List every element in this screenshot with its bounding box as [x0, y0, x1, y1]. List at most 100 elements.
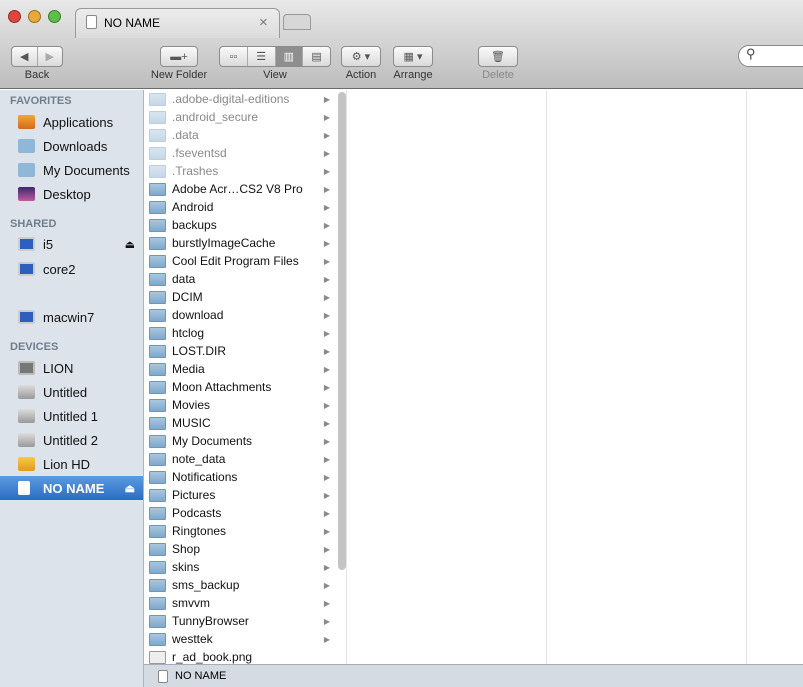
- back-forward-control[interactable]: ◀ ▶: [11, 46, 63, 67]
- list-item[interactable]: Ringtones ▶: [144, 522, 336, 540]
- view-control[interactable]: ▫▫ ☰ ▥ ▤: [219, 46, 331, 67]
- sidebar-item-core2[interactable]: core2: [0, 257, 143, 281]
- sidebar-item-label: Untitled 2: [43, 432, 98, 448]
- list-item[interactable]: burstlyImageCache ▶: [144, 234, 336, 252]
- disclosure-arrow-icon: ▶: [323, 418, 330, 428]
- arrange-button[interactable]: ▦ ▾: [393, 46, 433, 67]
- disclosure-arrow-icon: ▶: [323, 598, 330, 608]
- devices-header: DEVICES: [10, 341, 59, 353]
- eject-icon[interactable]: ⏏: [125, 238, 135, 251]
- list-item[interactable]: .fseventsd ▶: [144, 144, 336, 162]
- item-name: Pictures: [172, 488, 216, 502]
- zoom-window-button[interactable]: [48, 10, 61, 23]
- new-folder-icon: ▬+: [170, 50, 188, 63]
- minimize-window-button[interactable]: [28, 10, 41, 23]
- list-item[interactable]: skins ▶: [144, 558, 336, 576]
- coverflow-view-icon[interactable]: ▤: [303, 47, 330, 66]
- sidebar-item-label: macwin7: [43, 309, 95, 325]
- disclosure-arrow-icon: ▶: [323, 472, 330, 482]
- list-item[interactable]: backups ▶: [144, 216, 336, 234]
- sidebar-item-macwin7[interactable]: macwin7: [0, 305, 143, 329]
- item-name: backups: [172, 218, 217, 232]
- list-item[interactable]: .data ▶: [144, 126, 336, 144]
- delete-button[interactable]: 🗑: [478, 46, 518, 67]
- list-item[interactable]: Podcasts ▶: [144, 504, 336, 522]
- disclosure-arrow-icon: ▶: [323, 274, 330, 284]
- folder-icon: [149, 272, 166, 286]
- list-item[interactable]: Android ▶: [144, 198, 336, 216]
- action-button[interactable]: ⚙ ▾: [341, 46, 381, 67]
- item-name: .android_secure: [172, 110, 259, 124]
- item-name: TunnyBrowser: [172, 614, 249, 628]
- column-2: [347, 90, 547, 664]
- list-item[interactable]: sms_backup ▶: [144, 576, 336, 594]
- column-view-icon[interactable]: ▥: [275, 47, 304, 66]
- sidebar-item-label: LION: [43, 360, 74, 376]
- shared-header: SHARED: [10, 218, 57, 230]
- new-folder-button[interactable]: ▬+: [160, 46, 198, 67]
- list-item[interactable]: .Trashes ▶: [144, 162, 336, 180]
- list-item[interactable]: Movies ▶: [144, 396, 336, 414]
- sidebar-item-untitled-1[interactable]: Untitled 1: [0, 404, 143, 428]
- search-input[interactable]: ⚲: [738, 45, 803, 67]
- list-item[interactable]: download ▶: [144, 306, 336, 324]
- item-name: Adobe Acr…CS2 V8 Pro: [172, 182, 303, 196]
- list-item[interactable]: My Documents ▶: [144, 432, 336, 450]
- list-item[interactable]: Media ▶: [144, 360, 336, 378]
- sidebar-item-untitled[interactable]: Untitled: [0, 380, 143, 404]
- list-item[interactable]: Pictures ▶: [144, 486, 336, 504]
- forward-arrow-icon[interactable]: ▶: [38, 47, 63, 66]
- list-item[interactable]: Adobe Acr…CS2 V8 Pro ▶: [144, 180, 336, 198]
- new-tab-button[interactable]: [283, 14, 311, 30]
- drive-icon: [86, 15, 97, 29]
- tab-no-name[interactable]: NO NAME ×: [75, 8, 280, 38]
- disclosure-arrow-icon: ▶: [323, 94, 330, 104]
- sidebar-item-downloads[interactable]: Downloads: [0, 134, 143, 158]
- folder-icon: [149, 380, 166, 394]
- list-item[interactable]: LOST.DIR ▶: [144, 342, 336, 360]
- list-item[interactable]: westtek ▶: [144, 630, 336, 648]
- item-name: sms_backup: [172, 578, 240, 592]
- sidebar-item-lion-hd[interactable]: Lion HD: [0, 452, 143, 476]
- list-item[interactable]: Moon Attachments ▶: [144, 378, 336, 396]
- list-item[interactable]: htclog ▶: [144, 324, 336, 342]
- item-name: burstlyImageCache: [172, 236, 276, 250]
- column-3: [547, 90, 747, 664]
- list-item[interactable]: Cool Edit Program Files ▶: [144, 252, 336, 270]
- item-name: r_ad_book.png: [172, 650, 253, 664]
- close-tab-icon[interactable]: ×: [259, 14, 268, 31]
- list-item[interactable]: DCIM ▶: [144, 288, 336, 306]
- list-item[interactable]: .android_secure ▶: [144, 108, 336, 126]
- item-name: Android: [172, 200, 214, 214]
- eject-icon[interactable]: ⏏: [125, 482, 135, 495]
- sidebar-item-my-documents[interactable]: My Documents: [0, 158, 143, 182]
- sidebar-item-label: Desktop: [43, 186, 91, 202]
- path-bar: NO NAME: [144, 664, 803, 687]
- close-window-button[interactable]: [8, 10, 21, 23]
- list-item[interactable]: MUSIC ▶: [144, 414, 336, 432]
- sidebar-item-applications[interactable]: Applications: [0, 110, 143, 134]
- list-item[interactable]: Shop ▶: [144, 540, 336, 558]
- sidebar-item-no-name[interactable]: NO NAME ⏏: [0, 476, 143, 500]
- sidebar-item-i5[interactable]: i5 ⏏: [0, 232, 143, 256]
- sidebar-item-untitled-2[interactable]: Untitled 2: [0, 428, 143, 452]
- icon-view-icon[interactable]: ▫▫: [220, 47, 248, 66]
- item-name: My Documents: [172, 434, 253, 448]
- sidebar-item-label: i5: [43, 236, 54, 252]
- list-item[interactable]: TunnyBrowser ▶: [144, 612, 336, 630]
- list-item[interactable]: Notifications ▶: [144, 468, 336, 486]
- computer-icon: [18, 310, 35, 324]
- list-item[interactable]: data ▶: [144, 270, 336, 288]
- folder-icon: [149, 596, 166, 610]
- gear-icon: ⚙ ▾: [351, 51, 371, 63]
- sidebar-item-lion[interactable]: LION: [0, 356, 143, 380]
- column-1-scrollbar[interactable]: [338, 92, 346, 570]
- path-item[interactable]: NO NAME: [175, 670, 226, 682]
- sidebar-item-desktop[interactable]: Desktop: [0, 182, 143, 206]
- list-item[interactable]: .adobe-digital-editions ▶: [144, 90, 336, 108]
- folder-icon: [149, 632, 166, 646]
- list-item[interactable]: smvvm ▶: [144, 594, 336, 612]
- back-arrow-icon[interactable]: ◀: [12, 47, 38, 66]
- list-item[interactable]: note_data ▶: [144, 450, 336, 468]
- list-view-icon[interactable]: ☰: [248, 47, 276, 66]
